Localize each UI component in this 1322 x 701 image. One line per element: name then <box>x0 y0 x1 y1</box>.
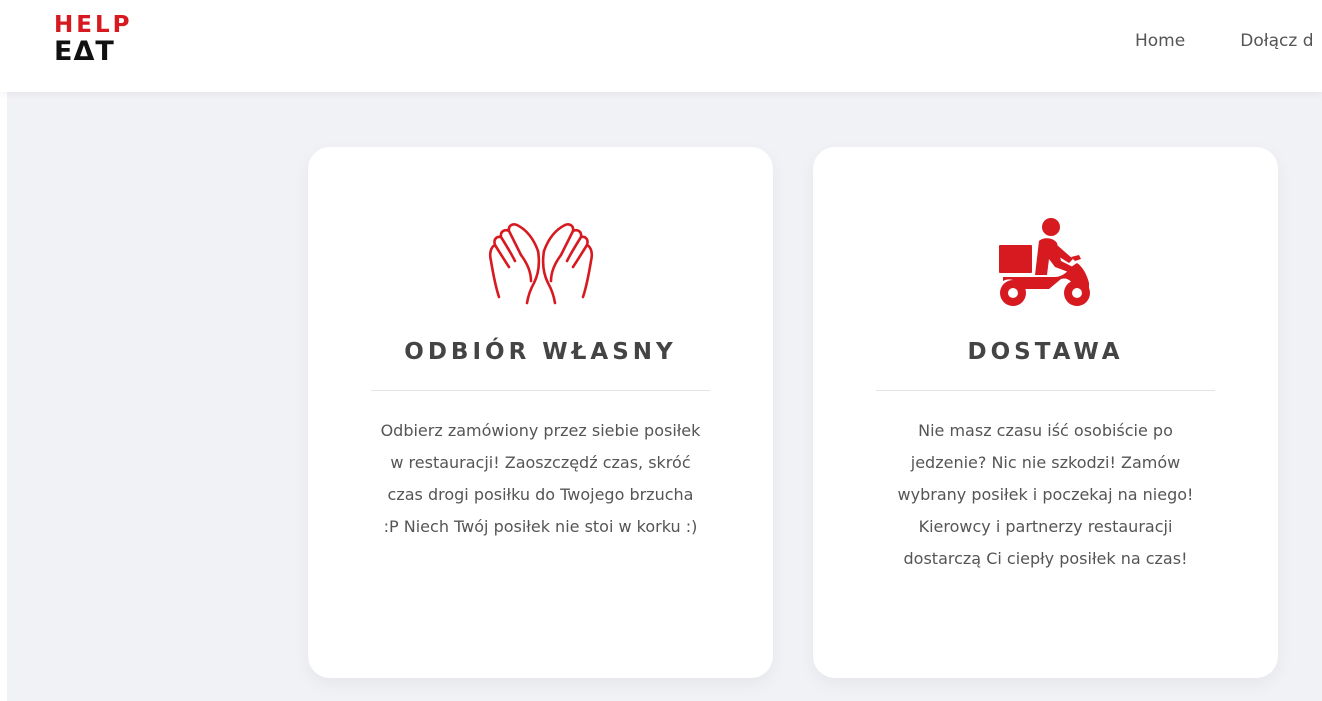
card-delivery: DOSTAWA Nie masz czasu iść osobiście po … <box>813 147 1278 678</box>
card-divider <box>876 390 1215 391</box>
logo[interactable]: HELP EΔT <box>54 14 134 74</box>
delivery-scooter-icon <box>813 217 1278 312</box>
card-description: Odbierz zamówiony przez siebie posiłek w… <box>380 421 701 536</box>
site-header: HELP EΔT Home Dołącz d <box>0 0 1322 92</box>
logo-top-text: HELP <box>54 12 133 38</box>
open-hands-icon <box>308 217 773 312</box>
card-description: Nie masz czasu iść osobiście po jedzenie… <box>897 421 1194 568</box>
card-divider <box>371 390 710 391</box>
nav-item-home[interactable]: Home <box>1135 31 1185 51</box>
logo-bottom-text: EΔT <box>54 36 115 67</box>
page: HELP EΔT Home Dołącz d ODBIÓR WŁASNY Odb… <box>0 0 1322 701</box>
nav-item-join[interactable]: Dołącz d <box>1240 31 1313 51</box>
card-title: ODBIÓR WŁASNY <box>404 339 677 365</box>
main-nav: Home Dołącz d <box>1135 31 1322 51</box>
card-title: DOSTAWA <box>967 339 1124 365</box>
card-pickup: ODBIÓR WŁASNY Odbierz zamówiony przez si… <box>308 147 773 678</box>
